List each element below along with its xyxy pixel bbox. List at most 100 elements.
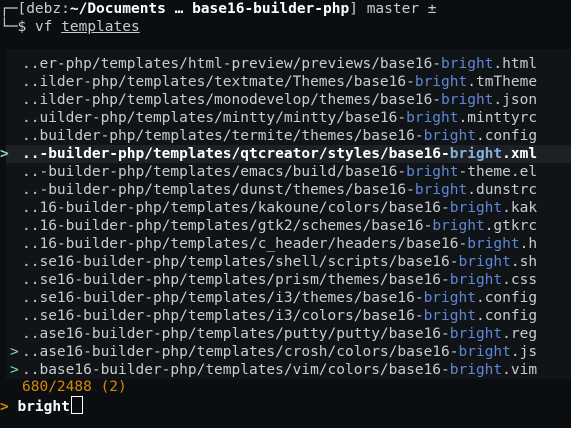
query-match: bright xyxy=(458,254,511,270)
result-path: ..16-builder-php/templates/kakoune/color… xyxy=(22,199,537,217)
result-row[interactable]: ..se16-builder-php/templates/i3/colors/b… xyxy=(6,307,571,325)
prompt-colon: : xyxy=(61,1,70,17)
shell-prompt-line: ┌─[debz:~/Documents … base16-builder-php… xyxy=(0,0,437,18)
result-row[interactable]: ..er-php/templates/html-preview/previews… xyxy=(6,55,571,73)
path-suffix: .reg xyxy=(502,326,538,342)
result-path: ..er-php/templates/html-preview/previews… xyxy=(22,55,537,73)
path-suffix: .json xyxy=(493,92,538,108)
match-count: 680/2488 (2) xyxy=(22,379,127,395)
prompt-corner-top: ┌─ xyxy=(0,1,18,17)
path-prefix: ..ilder-php/templates/textmate/Themes/ba… xyxy=(22,74,415,90)
result-row[interactable]: > ..ase16-builder-php/templates/crosh/col… xyxy=(6,343,571,361)
selection-pointer: > xyxy=(0,146,9,162)
path-prefix: ..-builder-php/templates/emacs/build/bas… xyxy=(22,164,407,180)
result-path: ..ase16-builder-php/templates/crosh/colo… xyxy=(22,343,537,361)
path-suffix: .html xyxy=(493,56,538,72)
result-path: ..-builder-php/templates/qtcreator/style… xyxy=(22,145,537,163)
path-prefix: ..16-builder-php/templates/gtk2/schemes/… xyxy=(22,218,433,234)
path-suffix: .xml xyxy=(502,146,538,162)
prompt-symbol: $ xyxy=(17,19,27,35)
prompt-close-bracket: ] xyxy=(349,1,358,17)
result-path: ..base16-builder-php/templates/vim/color… xyxy=(22,361,537,379)
text-cursor xyxy=(70,396,83,414)
path-suffix: -theme.el xyxy=(458,164,538,180)
result-row[interactable]: ..ilder-php/templates/monodevelop/themes… xyxy=(6,91,571,109)
path-suffix: .config xyxy=(475,128,538,144)
result-row[interactable]: ..16-builder-php/templates/gtk2/schemes/… xyxy=(6,217,571,235)
query-match: bright xyxy=(423,308,476,324)
result-row[interactable]: ..se16-builder-php/templates/shell/scrip… xyxy=(6,253,571,271)
result-path: ..builder-php/templates/termite/themes/b… xyxy=(22,127,537,145)
path-prefix: ..-builder-php/templates/qtcreator/style… xyxy=(22,146,450,162)
result-row[interactable]: ..16-builder-php/templates/c_header/head… xyxy=(6,235,571,253)
path-prefix: ..16-builder-php/templates/c_header/head… xyxy=(22,236,468,252)
path-prefix: ..base16-builder-php/templates/vim/color… xyxy=(22,362,450,378)
prompt-user: debz xyxy=(26,1,62,17)
prompt-open-bracket: [ xyxy=(17,1,27,17)
path-prefix: ..ase16-builder-php/templates/crosh/colo… xyxy=(22,344,459,360)
path-prefix: ..16-builder-php/templates/kakoune/color… xyxy=(22,200,450,216)
path-suffix: .dunstrc xyxy=(467,182,538,198)
query-prompt: > xyxy=(0,399,9,415)
result-path: ..16-builder-php/templates/gtk2/schemes/… xyxy=(22,217,537,235)
query-match: bright xyxy=(449,326,503,342)
result-path: ..se16-builder-php/templates/shell/scrip… xyxy=(22,253,537,271)
query-input[interactable]: > bright xyxy=(0,396,83,415)
path-prefix: ..se16-builder-php/templates/i3/themes/b… xyxy=(22,290,424,306)
prompt-path: ~/Documents … base16-builder-php xyxy=(69,1,350,17)
query-match: bright xyxy=(406,164,459,180)
query-match: bright xyxy=(406,110,459,126)
result-path: ..ilder-php/templates/textmate/Themes/ba… xyxy=(22,73,537,91)
path-suffix: .minttyrc xyxy=(458,110,538,126)
path-suffix: .h xyxy=(519,236,538,252)
result-path: ..se16-builder-php/templates/prism/theme… xyxy=(22,271,537,289)
query-match: bright xyxy=(449,146,503,162)
query-match: bright xyxy=(432,218,485,234)
result-path: ..-builder-php/templates/emacs/build/bas… xyxy=(22,163,537,181)
git-branch: master ± xyxy=(366,1,437,17)
result-row[interactable]: ..se16-builder-php/templates/i3/themes/b… xyxy=(6,289,571,307)
result-row[interactable]: ..16-builder-php/templates/kakoune/color… xyxy=(6,199,571,217)
prompt-corner-bottom: └─ xyxy=(0,19,18,35)
result-row[interactable]: ..-builder-php/templates/qtcreator/style… xyxy=(6,145,571,163)
result-row[interactable]: ..builder-php/templates/termite/themes/b… xyxy=(6,127,571,145)
result-row[interactable]: ..-builder-php/templates/emacs/build/bas… xyxy=(6,163,571,181)
query-match: bright xyxy=(423,290,476,306)
path-suffix: .gtkrc xyxy=(484,218,538,234)
query-match: bright xyxy=(441,92,494,108)
fuzzy-finder-results: ..er-php/templates/html-preview/previews… xyxy=(0,49,571,379)
path-suffix: .config xyxy=(475,308,538,324)
result-row[interactable]: ..ilder-php/templates/textmate/Themes/ba… xyxy=(6,73,571,91)
path-prefix: ..uilder-php/templates/mintty/mintty/bas… xyxy=(22,110,407,126)
query-match: bright xyxy=(449,272,503,288)
path-suffix: .sh xyxy=(510,254,538,270)
result-row[interactable]: ..se16-builder-php/templates/prism/theme… xyxy=(6,271,571,289)
result-row[interactable]: ..uilder-php/templates/mintty/mintty/bas… xyxy=(6,109,571,127)
path-prefix: ..er-php/templates/html-preview/previews… xyxy=(22,56,442,72)
path-prefix: ..-builder-php/templates/dunst/themes/ba… xyxy=(22,182,415,198)
path-prefix: ..ase16-builder-php/templates/putty/putt… xyxy=(22,326,450,342)
query-match: bright xyxy=(467,236,520,252)
query-match: bright xyxy=(449,362,503,378)
path-suffix: .tmTheme xyxy=(467,74,538,90)
result-row[interactable]: ..ase16-builder-php/templates/putty/putt… xyxy=(6,325,571,343)
result-path: ..ilder-php/templates/monodevelop/themes… xyxy=(22,91,537,109)
result-row[interactable]: ..-builder-php/templates/dunst/themes/ba… xyxy=(6,181,571,199)
command-name: vf xyxy=(34,19,53,35)
command-argument: templates xyxy=(61,19,140,35)
command-line: └─$ vf templates xyxy=(0,18,140,36)
result-row[interactable]: > ..base16-builder-php/templates/vim/colo… xyxy=(6,361,571,379)
path-prefix: ..se16-builder-php/templates/prism/theme… xyxy=(22,272,450,288)
path-prefix: ..ilder-php/templates/monodevelop/themes… xyxy=(22,92,442,108)
result-path: ..uilder-php/templates/mintty/mintty/bas… xyxy=(22,109,537,127)
query-match: bright xyxy=(441,56,494,72)
result-path: ..se16-builder-php/templates/i3/themes/b… xyxy=(22,289,537,307)
result-path: ..se16-builder-php/templates/i3/colors/b… xyxy=(22,307,537,325)
path-suffix: .vim xyxy=(502,362,538,378)
result-path: ..ase16-builder-php/templates/putty/putt… xyxy=(22,325,537,343)
path-suffix: .kak xyxy=(502,200,538,216)
query-match: bright xyxy=(414,74,468,90)
query-match: bright xyxy=(449,200,503,216)
path-suffix: .css xyxy=(502,272,538,288)
path-prefix: ..se16-builder-php/templates/shell/scrip… xyxy=(22,254,459,270)
